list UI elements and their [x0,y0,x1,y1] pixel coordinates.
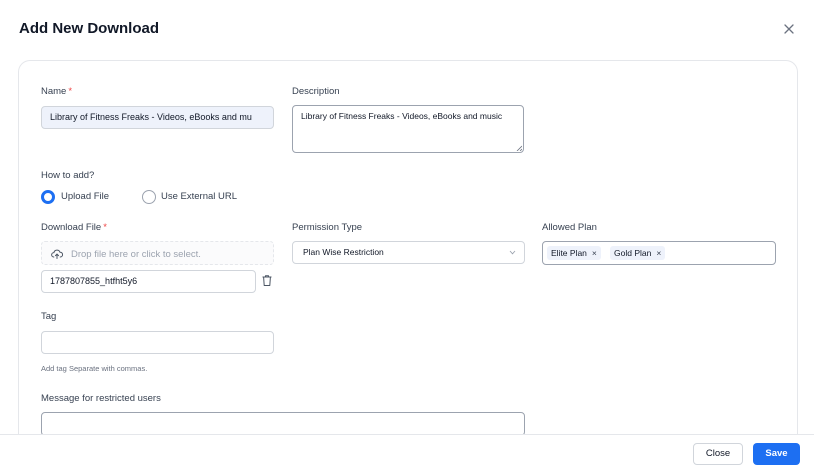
allowed-plan-multiselect[interactable]: Elite Plan × Gold Plan × [542,241,776,265]
tag-label: Tag [41,311,57,322]
upload-file-radio[interactable] [41,190,55,204]
download-file-label: Download File * [41,222,107,233]
modal-footer [0,434,814,470]
tag-input[interactable] [41,331,274,354]
file-dropzone[interactable]: Drop file here or click to select. [41,241,274,265]
close-button[interactable]: Close [693,443,743,465]
upload-file-label[interactable]: Upload File [61,191,109,202]
close-icon[interactable] [781,21,797,37]
plan-tag-label: Gold Plan [614,248,652,258]
name-input[interactable]: Library of Fitness Freaks - Videos, eBoo… [41,106,274,129]
dropzone-text: Drop file here or click to select. [71,249,201,260]
external-url-radio[interactable] [142,190,156,204]
cloud-upload-icon [51,249,63,259]
description-label: Description [292,86,340,97]
remove-tag-icon[interactable]: × [592,248,597,258]
plan-tag-gold: Gold Plan × [610,246,666,260]
plan-tag-label: Elite Plan [551,248,587,258]
description-textarea[interactable]: Library of Fitness Freaks - Videos, eBoo… [292,105,524,153]
save-button[interactable]: Save [753,443,800,465]
required-mark: * [103,222,107,233]
modal-header: Add New Download [0,0,814,58]
modal-title: Add New Download [19,20,159,37]
add-download-modal: Add New Download Name * Library of Fitnes… [0,0,814,470]
tag-helper-text: Add tag Separate with commas. [41,364,148,373]
restricted-message-label: Message for restricted users [41,393,161,404]
resize-handle-icon[interactable] [516,145,522,151]
allowed-plan-label: Allowed Plan [542,222,597,233]
how-to-add-label: How to add? [41,170,95,181]
permission-type-select[interactable]: Plan Wise Restriction [292,241,525,264]
plan-tag-elite: Elite Plan × [547,246,601,260]
name-label: Name * [41,86,72,97]
required-mark: * [68,86,73,97]
permission-type-label: Permission Type [292,222,363,233]
remove-tag-icon[interactable]: × [656,248,661,258]
external-url-label[interactable]: Use External URL [161,191,237,202]
restricted-message-input[interactable] [41,412,525,436]
name-label-text: Name [41,86,67,97]
description-text: Library of Fitness Freaks - Videos, eBoo… [301,111,503,121]
trash-icon[interactable] [261,274,273,287]
chevron-down-icon [509,250,516,255]
download-file-label-text: Download File [41,222,102,233]
uploaded-file-name[interactable]: 1787807855_htfht5y6 [41,270,256,293]
permission-type-value: Plan Wise Restriction [303,247,384,257]
